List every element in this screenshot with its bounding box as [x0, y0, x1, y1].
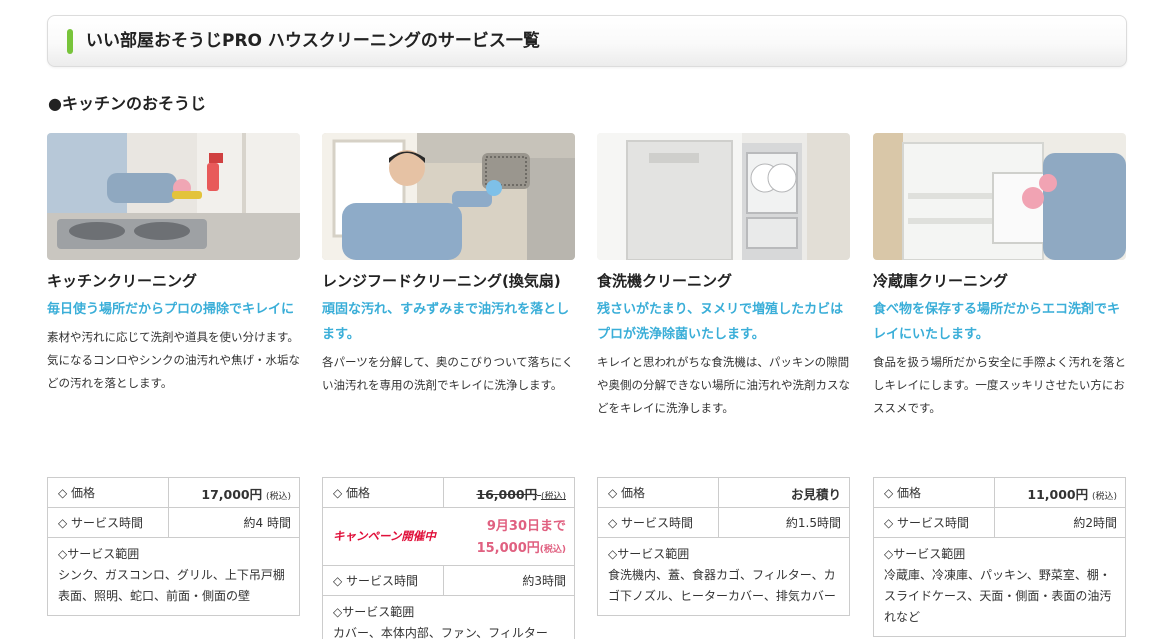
service-name[interactable]: キッチンクリーニング	[47, 269, 300, 294]
scope-items: シンク、ガスコンロ、グリル、上下吊戸棚表面、照明、蛇口、前面・側面の壁	[58, 568, 285, 603]
campaign-price: 9月30日まで 15,000円(税込)	[444, 508, 574, 565]
service-catch: 毎日使う場所だからプロの掃除でキレイに	[47, 302, 295, 317]
price-value: 11,000円 (税込)	[1027, 487, 1117, 502]
rangehood-cleaning-photo	[322, 133, 575, 260]
time-label: ◇ サービス時間	[48, 508, 169, 537]
section-title-kitchen: ●キッチンのおそうじ	[48, 94, 206, 113]
service-scope: ◇サービス範囲 カバー、本体内部、ファン、フィルター	[323, 596, 558, 639]
campaign-tax: (税込)	[539, 545, 566, 555]
price-table-refrigerator: ◇ 価格 11,000円 (税込) ◇ サービス時間 約2時間 ◇サービス範囲 …	[873, 477, 1126, 637]
service-catch: 頑固な汚れ、すみずみまで油汚れを落とします。	[322, 302, 570, 342]
price-value: 17,000円 (税込)	[201, 487, 291, 502]
dishwasher-cleaning-photo	[597, 133, 850, 260]
regular-price-value: 16,000円 (税込)	[476, 487, 566, 502]
service-scope: ◇サービス範囲 冷蔵庫、冷凍庫、パッキン、野菜室、棚・スライドケース、天面・側面…	[874, 538, 1125, 636]
scope-label: ◇サービス範囲	[333, 605, 415, 619]
campaign-price-value: 15,000円	[476, 541, 540, 556]
price-label: ◇ 価格	[48, 478, 169, 507]
service-description: 各パーツを分解して、奥のこびりついて落ちにくい油汚れを専用の洗剤でキレイに洗浄し…	[322, 355, 574, 392]
svg-text:キャンペーン開催中: キャンペーン開催中	[333, 529, 437, 543]
service-card-rangehood[interactable]: レンジフードクリーニング(換気扇) 頑固な汚れ、すみずみまで油汚れを落とします。…	[322, 133, 575, 397]
scope-label: ◇サービス範囲	[608, 547, 690, 561]
service-name[interactable]: 冷蔵庫クリーニング	[873, 269, 1126, 294]
price-table-kitchen: ◇ 価格 17,000円 (税込) ◇ サービス時間 約4 時間 ◇サービス範囲…	[47, 477, 300, 616]
time-label: ◇ サービス時間	[874, 508, 995, 537]
service-name[interactable]: レンジフードクリーニング(換気扇)	[322, 269, 575, 294]
time-value: 約2時間	[1073, 516, 1117, 530]
header-accent-bar	[67, 29, 73, 54]
price-value: お見積り	[790, 487, 841, 502]
service-description: キレイと思われがちな食洗機は、パッキンの隙間や奥側の分解できない場所に油汚れや洗…	[597, 355, 850, 415]
service-name[interactable]: 食洗機クリーニング	[597, 269, 850, 294]
price-label: ◇ 価格	[874, 478, 995, 507]
scope-items: 冷蔵庫、冷凍庫、パッキン、野菜室、棚・スライドケース、天面・側面・表面の油汚れな…	[884, 568, 1112, 624]
service-description: 素材や汚れに応じて洗剤や道具を使い分けます。気になるコンロやシンクの油汚れや焦げ…	[47, 330, 300, 390]
service-catch: 残さいがたまり、ヌメリで増殖したカビはプロが洗浄除菌いたします。	[597, 302, 844, 342]
campaign-until: 9月30日まで	[486, 519, 566, 534]
kitchen-cleaning-photo	[47, 133, 300, 260]
price-label: ◇ 価格	[323, 478, 444, 507]
time-label: ◇ サービス時間	[598, 508, 719, 537]
service-catch: 食べ物を保存する場所だからエコ洗剤でキレイにいたします。	[873, 302, 1121, 342]
campaign-badge-icon: キャンペーン開催中	[333, 529, 437, 543]
refrigerator-cleaning-photo	[873, 133, 1126, 260]
service-scope: ◇サービス範囲 シンク、ガスコンロ、グリル、上下吊戸棚表面、照明、蛇口、前面・側…	[48, 538, 299, 615]
scope-label: ◇サービス範囲	[58, 547, 140, 561]
price-table-dishwasher: ◇ 価格 お見積り ◇ サービス時間 約1.5時間 ◇サービス範囲 食洗機内、蓋…	[597, 477, 850, 616]
scope-items: カバー、本体内部、ファン、フィルター	[333, 626, 548, 639]
time-value: 約1.5時間	[785, 516, 841, 530]
campaign-row: キャンペーン開催中 9月30日まで 15,000円(税込)	[323, 508, 574, 566]
scope-items: 食洗機内、蓋、食器カゴ、フィルター、カゴ下ノズル、ヒーターカバー、排気カバー	[608, 568, 836, 603]
time-value: 約4 時間	[243, 516, 291, 530]
price-label: ◇ 価格	[598, 478, 719, 507]
service-scope: ◇サービス範囲 食洗機内、蓋、食器カゴ、フィルター、カゴ下ノズル、ヒーターカバー…	[598, 538, 849, 615]
service-card-kitchen[interactable]: キッチンクリーニング 毎日使う場所だからプロの掃除でキレイに 素材や汚れに応じて…	[47, 133, 300, 395]
time-value: 約3時間	[522, 574, 566, 588]
page-header: いい部屋おそうじPRO ハウスクリーニングのサービス一覧	[47, 15, 1127, 67]
time-label: ◇ サービス時間	[323, 566, 444, 595]
scope-label: ◇サービス範囲	[884, 547, 966, 561]
service-description: 食品を扱う場所だから安全に手際よく汚れを落としキレイにします。一度スッキリさせた…	[873, 355, 1126, 415]
page-title: いい部屋おそうじPRO ハウスクリーニングのサービス一覧	[86, 31, 540, 51]
service-card-dishwasher[interactable]: 食洗機クリーニング 残さいがたまり、ヌメリで増殖したカビはプロが洗浄除菌いたしま…	[597, 133, 850, 420]
service-card-refrigerator[interactable]: 冷蔵庫クリーニング 食べ物を保存する場所だからエコ洗剤でキレイにいたします。 食…	[873, 133, 1126, 420]
campaign-badge: キャンペーン開催中	[323, 508, 444, 565]
price-table-rangehood: ◇ 価格 16,000円 (税込) キャンペーン開催中 9月30日まで 15,0…	[322, 477, 575, 639]
